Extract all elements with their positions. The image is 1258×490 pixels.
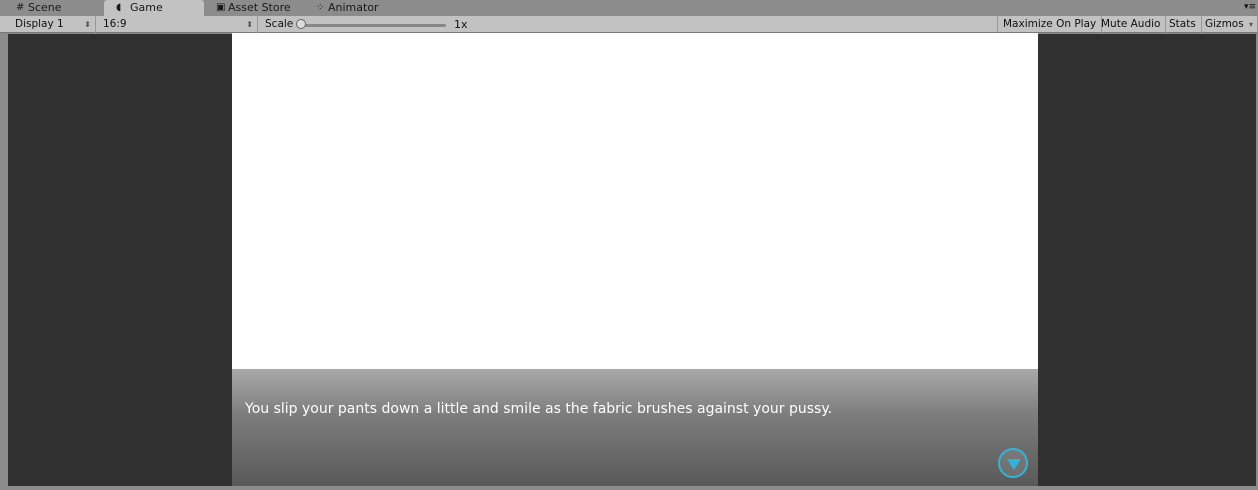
mute-label: Mute Audio: [1101, 18, 1161, 30]
mute-audio-button[interactable]: Mute Audio: [1096, 16, 1167, 33]
bag-icon: ▣: [216, 2, 226, 13]
display-dropdown[interactable]: Display 1 ⬍: [10, 16, 96, 33]
updown-icon: ⬍: [246, 20, 253, 29]
animator-icon: ⁘: [316, 2, 325, 13]
dialogue-box[interactable]: You slip your pants down a little and sm…: [232, 369, 1038, 486]
stats-label: Stats: [1169, 18, 1196, 30]
pacman-icon: ◖: [116, 2, 122, 13]
updown-icon: ⬍: [84, 20, 91, 29]
display-value: Display 1: [15, 18, 64, 30]
maximize-label: Maximize On Play: [1003, 18, 1097, 30]
tab-scene[interactable]: # Scene: [14, 0, 104, 16]
next-arrow-button[interactable]: [998, 448, 1028, 478]
game-screen[interactable]: You slip your pants down a little and sm…: [232, 33, 1038, 486]
aspect-value: 16:9: [103, 18, 127, 30]
game-toolbar: Display 1 ⬍ 16:9 ⬍ Scale 1x Maximize On Pl…: [0, 16, 1258, 33]
grid-icon: #: [16, 2, 25, 13]
tab-label: Asset Store: [228, 1, 291, 14]
gizmos-button[interactable]: Gizmos ▾: [1200, 16, 1258, 33]
tab-asset-store[interactable]: ▣ Asset Store: [214, 0, 304, 16]
menu-icon[interactable]: ▾≡: [1244, 2, 1256, 12]
chevron-down-icon: ▾: [1248, 20, 1253, 29]
aspect-dropdown[interactable]: 16:9 ⬍: [98, 16, 258, 33]
scale-slider-track[interactable]: [300, 24, 446, 27]
tab-label: Animator: [328, 1, 379, 14]
scale-label: Scale: [265, 18, 294, 30]
dialogue-text: You slip your pants down a little and sm…: [245, 401, 833, 417]
tab-bar: # Scene ◖ Game ▣ Asset Store ⁘ Animator ▾≡: [0, 0, 1258, 16]
tab-animator[interactable]: ⁘ Animator: [314, 0, 404, 16]
stats-button[interactable]: Stats: [1164, 16, 1202, 33]
tab-game[interactable]: ◖ Game: [104, 0, 204, 16]
scale-value: 1x: [454, 18, 468, 31]
scale-slider-thumb[interactable]: [296, 19, 306, 29]
tab-label: Scene: [28, 1, 62, 14]
bottom-edge: [0, 486, 1258, 490]
panel-edge: [0, 34, 8, 490]
maximize-on-play-button[interactable]: Maximize On Play: [997, 16, 1103, 33]
tab-label: Game: [130, 1, 163, 14]
gizmos-label: Gizmos: [1205, 18, 1244, 30]
